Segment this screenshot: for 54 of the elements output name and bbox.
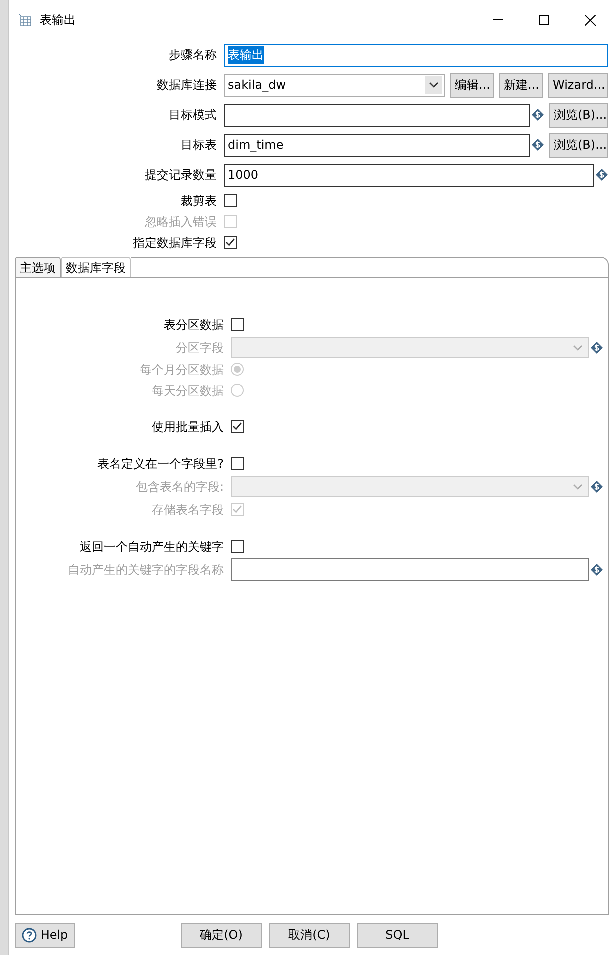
help-icon <box>22 928 37 943</box>
dropdown-caret-icon <box>572 484 582 490</box>
text-field[interactable]: 1000 <box>224 164 594 186</box>
dialog-button[interactable]: 浏览(B)... <box>549 102 608 128</box>
variable-icon <box>591 564 603 576</box>
checkbox[interactable] <box>231 318 244 331</box>
field-label: 使用批量插入 <box>151 418 225 436</box>
checkbox[interactable] <box>231 420 244 433</box>
window-title: 表输出 <box>40 12 76 29</box>
checkbox[interactable] <box>224 236 237 249</box>
dialog-button[interactable]: 取消(C) <box>269 922 350 948</box>
field-label: 每个月分区数据 <box>139 362 225 378</box>
field-label: 表名定义在一个字段里? <box>96 456 225 472</box>
field-label: 目标模式 <box>168 107 218 124</box>
dropdown-field[interactable]: sakila_dw <box>224 74 445 96</box>
field-label: 忽略插入错误 <box>144 214 218 230</box>
dialog-button[interactable]: SQL <box>357 922 438 948</box>
dialog-button[interactable]: 新建... <box>499 72 543 98</box>
dropdown-caret-icon <box>572 344 582 350</box>
field-label: 指定数据库字段 <box>132 234 218 252</box>
field-label: 包含表名的字段: <box>134 478 225 496</box>
field-label: 存储表名字段 <box>151 502 225 518</box>
dialog-button[interactable]: 浏览(B)... <box>549 132 608 158</box>
field-label: 裁剪表 <box>180 192 218 210</box>
tab[interactable]: 数据库字段 <box>61 257 131 277</box>
checkbox[interactable] <box>224 194 237 207</box>
help-button[interactable]: Help <box>15 922 75 948</box>
text-field[interactable] <box>224 104 530 126</box>
field-label: 分区字段 <box>175 340 225 356</box>
field-label: 自动产生的关键字的字段名称 <box>67 562 225 578</box>
checkbox[interactable] <box>231 457 244 470</box>
table-icon <box>19 14 32 26</box>
maximize-icon <box>539 15 549 25</box>
tab[interactable]: 主选项 <box>15 257 61 277</box>
close-icon <box>584 14 596 26</box>
field-label: 表分区数据 <box>163 316 225 334</box>
field-label: 目标表 <box>180 137 218 154</box>
checkbox[interactable] <box>231 540 244 553</box>
variable-icon <box>532 109 544 121</box>
variable-icon <box>591 342 603 354</box>
dialog-button[interactable]: 确定(O) <box>181 922 262 948</box>
variable-icon <box>596 169 608 181</box>
field-label: 步骤名称 <box>168 47 218 64</box>
text-field[interactable]: dim_time <box>224 134 530 156</box>
field-label: 每天分区数据 <box>151 382 225 400</box>
dialog-button[interactable]: Wizard... <box>548 72 608 98</box>
variable-icon <box>532 139 544 151</box>
field-label: 数据库连接 <box>156 77 218 94</box>
dialog-button[interactable]: 编辑... <box>450 72 494 98</box>
field-label: 提交记录数量 <box>144 167 218 184</box>
text-field[interactable]: 表输出 <box>224 44 608 66</box>
variable-icon <box>591 480 603 492</box>
dropdown-caret-icon <box>428 82 438 88</box>
field-label: 返回一个自动产生的关键字 <box>79 538 225 556</box>
